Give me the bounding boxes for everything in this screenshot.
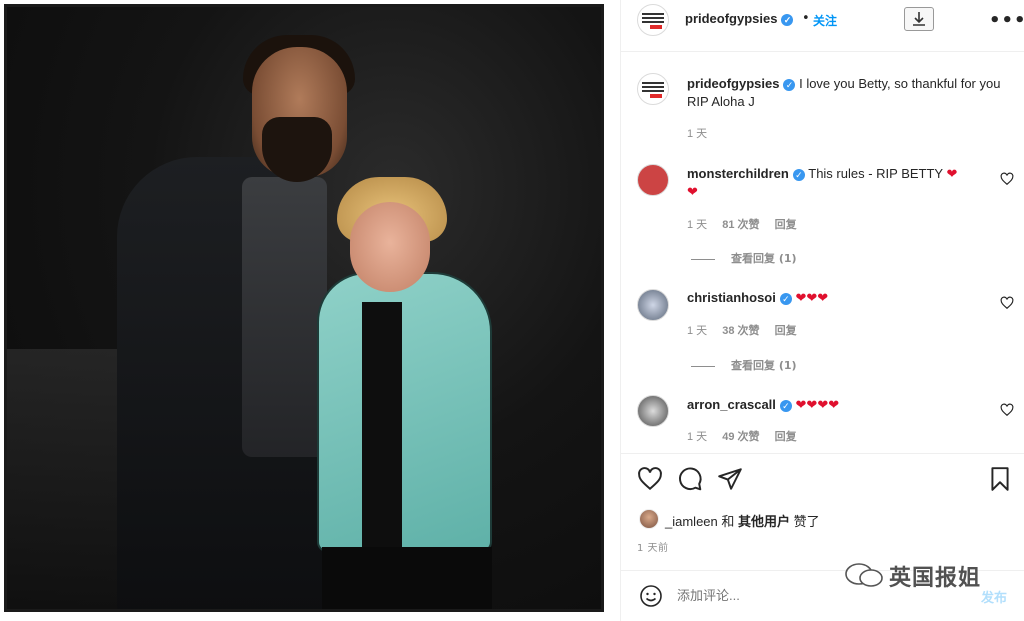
- caption-meta: 1 天: [687, 125, 719, 141]
- first-liker-username[interactable]: _iamleen: [665, 514, 718, 529]
- post-photo[interactable]: [4, 4, 604, 612]
- likes-summary: _iamleen 和 其他用户 赞了: [665, 511, 820, 530]
- caption-time: 1 天: [687, 128, 708, 140]
- divider-line: [691, 365, 715, 367]
- verified-icon: ✓: [792, 168, 805, 181]
- comment-time: 1 天: [687, 325, 708, 337]
- follow-button[interactable]: 关注: [813, 12, 837, 29]
- author-username[interactable]: prideofgypsies: [685, 11, 777, 26]
- comment-text-block: monsterchildren ✓ This rules - RIP BETTY …: [687, 165, 977, 201]
- comment-like-heart-icon[interactable]: [1000, 172, 1014, 186]
- caption-text-block: prideofgypsies ✓ I love you Betty, so tha…: [687, 75, 1007, 111]
- comment-like-heart-icon[interactable]: [1000, 403, 1014, 417]
- download-button[interactable]: [904, 7, 934, 31]
- photo-woman-jacket: [317, 272, 492, 552]
- view-replies-label: 查看回复 (1): [731, 359, 797, 372]
- verified-icon: ✓: [779, 399, 792, 412]
- comment-hearts-wrap: ❤: [687, 184, 698, 199]
- comment-hearts: ❤: [946, 166, 958, 181]
- post-time: 1 天前: [637, 543, 669, 554]
- photo-pane: [0, 0, 620, 621]
- download-icon: [913, 12, 925, 26]
- comment-avatar[interactable]: [637, 164, 669, 196]
- comment-text: This rules - RIP BETTY: [808, 166, 943, 181]
- header-separator: •: [802, 11, 810, 26]
- comment-username[interactable]: monsterchildren: [687, 166, 789, 181]
- comment-likes[interactable]: 49 次赞: [722, 431, 759, 443]
- post-actions: _iamleen 和 其他用户 赞了 1 天前: [621, 453, 1024, 573]
- caption-avatar[interactable]: [637, 73, 669, 105]
- instagram-post-view: prideofgypsies ✓ • 关注 ••• prideofgypsies ✓…: [0, 0, 1024, 621]
- comment-input[interactable]: [677, 585, 917, 605]
- view-replies-label: 查看回复 (1): [731, 252, 797, 265]
- view-replies-button[interactable]: 查看回复 (1): [691, 357, 797, 373]
- share-icon[interactable]: [717, 466, 743, 492]
- comment-reply-button[interactable]: 回复: [775, 219, 797, 231]
- bookmark-icon[interactable]: [987, 466, 1013, 492]
- post-header: prideofgypsies ✓ • 关注 •••: [621, 0, 1024, 52]
- comment-meta: 1 天 49 次赞 回复: [687, 428, 809, 444]
- verified-icon: ✓: [781, 13, 794, 26]
- photo-man-shirt: [242, 177, 327, 457]
- comment-like-heart-icon[interactable]: [1000, 296, 1014, 310]
- emoji-icon[interactable]: [639, 584, 663, 608]
- heart-icon[interactable]: [637, 466, 663, 492]
- author-avatar[interactable]: [637, 4, 669, 36]
- photo-woman-legs: [322, 547, 492, 609]
- comment-reply-button[interactable]: 回复: [775, 431, 797, 443]
- photo-woman-top: [362, 302, 402, 552]
- likes-conjunction: 和: [721, 514, 735, 529]
- likes-suffix: 赞了: [793, 514, 820, 529]
- divider-line: [691, 258, 715, 260]
- comments-list: prideofgypsies ✓ I love you Betty, so tha…: [621, 53, 1024, 453]
- comment-hearts: ❤❤❤❤: [795, 397, 840, 412]
- comment-reply-button[interactable]: 回复: [775, 325, 797, 337]
- liker-avatar[interactable]: [639, 509, 659, 529]
- comment-username[interactable]: christianhosoi: [687, 290, 776, 305]
- comment-text-block: arron_crascall ✓ ❤❤❤❤: [687, 396, 977, 414]
- comment-text-block: christianhosoi ✓ ❤❤❤: [687, 289, 977, 307]
- comment-username[interactable]: arron_crascall: [687, 397, 776, 412]
- comment-time: 1 天: [687, 219, 708, 231]
- verified-icon: ✓: [779, 292, 792, 305]
- verified-icon: ✓: [783, 78, 796, 91]
- post-comment-button[interactable]: 发布: [981, 587, 1007, 606]
- comment-hearts: ❤❤❤: [795, 290, 829, 305]
- photo-woman-face: [350, 202, 430, 292]
- wechat-logo-icon: [845, 563, 883, 587]
- comment-time: 1 天: [687, 431, 708, 443]
- comment-avatar[interactable]: [637, 289, 669, 321]
- post-side-panel: prideofgypsies ✓ • 关注 ••• prideofgypsies ✓…: [620, 0, 1024, 621]
- comment-meta: 1 天 81 次赞 回复: [687, 216, 809, 232]
- watermark-text: 英国报姐: [889, 566, 982, 591]
- view-replies-button[interactable]: 查看回复 (1): [691, 250, 797, 266]
- other-likers-button[interactable]: 其他用户: [738, 514, 790, 529]
- comment-likes[interactable]: 38 次赞: [722, 325, 759, 337]
- more-icon[interactable]: •••: [989, 10, 1024, 31]
- caption-username[interactable]: prideofgypsies: [687, 76, 779, 91]
- comment-likes[interactable]: 81 次赞: [722, 219, 759, 231]
- author-username-row: prideofgypsies ✓: [685, 11, 794, 26]
- comment-avatar[interactable]: [637, 395, 669, 427]
- comment-icon[interactable]: [677, 466, 703, 492]
- comment-meta: 1 天 38 次赞 回复: [687, 322, 809, 338]
